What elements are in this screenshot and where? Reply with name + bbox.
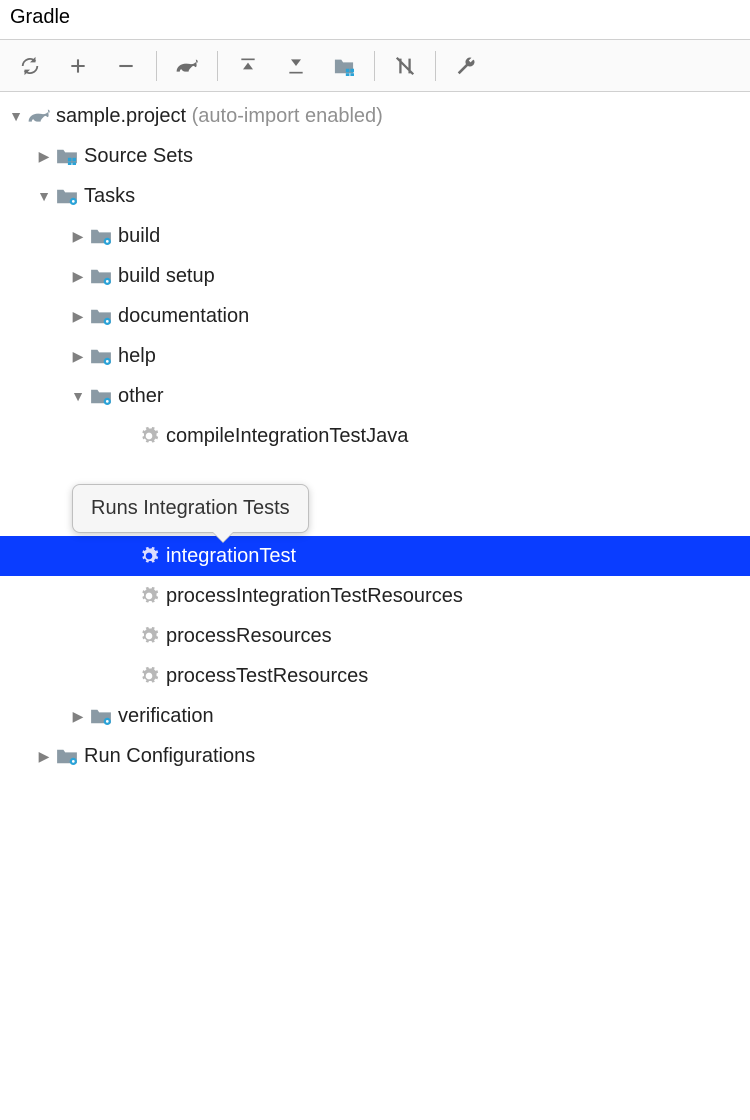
- chevron-right-icon: ▶: [68, 348, 88, 365]
- separator: [156, 51, 157, 81]
- folder-gear-icon: [88, 347, 114, 365]
- tree-node-build-setup[interactable]: ▶ build setup: [0, 256, 750, 296]
- folder-gear-icon: [88, 387, 114, 405]
- task-item[interactable]: compileIntegrationTestJava: [0, 416, 750, 456]
- panel-title-label: Gradle: [10, 6, 70, 28]
- folder-gear-icon: [88, 227, 114, 245]
- tree-label: documentation: [118, 305, 249, 328]
- tree-node-verification[interactable]: ▶ verification: [0, 696, 750, 736]
- toolbar: [0, 40, 750, 92]
- chevron-right-icon: ▶: [68, 228, 88, 245]
- panel-title: Gradle: [0, 0, 750, 40]
- tree-label: help: [118, 345, 156, 368]
- refresh-button[interactable]: [10, 46, 50, 86]
- chevron-right-icon: ▶: [34, 148, 54, 165]
- task-label: processIntegrationTestResources: [166, 585, 463, 608]
- offline-mode-button[interactable]: [385, 46, 425, 86]
- project-tree: ▼ sample.project (auto-import enabled) ▶…: [0, 92, 750, 780]
- refresh-icon: [19, 55, 41, 77]
- gear-icon: [136, 626, 162, 646]
- chevron-right-icon: ▶: [68, 308, 88, 325]
- elephant-icon: [26, 107, 52, 125]
- tree-label: other: [118, 385, 164, 408]
- task-item[interactable]: processTestResources: [0, 656, 750, 696]
- project-name: sample.project: [56, 105, 186, 128]
- chevron-down-icon: ▼: [34, 188, 54, 204]
- chevron-right-icon: ▶: [34, 748, 54, 765]
- project-suffix: (auto-import enabled): [192, 105, 383, 128]
- folder-gear-icon: [88, 707, 114, 725]
- expand-all-button[interactable]: [228, 46, 268, 86]
- tree-label: Source Sets: [84, 145, 193, 168]
- tree-node-help[interactable]: ▶ help: [0, 336, 750, 376]
- separator: [374, 51, 375, 81]
- tree-node-source-sets[interactable]: ▶ Source Sets: [0, 136, 750, 176]
- task-label: processTestResources: [166, 665, 368, 688]
- task-label: integrationTest: [166, 545, 296, 568]
- chevron-right-icon: ▶: [68, 708, 88, 725]
- tree-label: Tasks: [84, 185, 135, 208]
- folder-gear-icon: [54, 187, 80, 205]
- tree-node-other[interactable]: ▼ other: [0, 376, 750, 416]
- folder-gear-icon: [88, 307, 114, 325]
- separator: [435, 51, 436, 81]
- tree-label: build: [118, 225, 160, 248]
- gear-icon: [136, 586, 162, 606]
- elephant-icon: [175, 56, 199, 76]
- settings-button[interactable]: [446, 46, 486, 86]
- tree-label: verification: [118, 705, 214, 728]
- gear-icon: [136, 546, 162, 566]
- add-button[interactable]: [58, 46, 98, 86]
- offline-icon: [394, 55, 416, 77]
- task-item-selected[interactable]: integrationTest: [0, 536, 750, 576]
- separator: [217, 51, 218, 81]
- tooltip-text: Runs Integration Tests: [91, 497, 290, 519]
- gradle-button[interactable]: [167, 46, 207, 86]
- folder-group-icon: [333, 56, 355, 76]
- chevron-right-icon: ▶: [68, 268, 88, 285]
- folder-gear-icon: [54, 747, 80, 765]
- expand-all-icon: [238, 56, 258, 76]
- task-item[interactable]: processIntegrationTestResources: [0, 576, 750, 616]
- collapse-all-icon: [286, 56, 306, 76]
- tree-label: Run Configurations: [84, 745, 255, 768]
- chevron-down-icon: ▼: [6, 108, 26, 124]
- group-tasks-button[interactable]: [324, 46, 364, 86]
- chevron-down-icon: ▼: [68, 388, 88, 404]
- task-label: compileIntegrationTestJava: [166, 425, 408, 448]
- wrench-icon: [455, 55, 477, 77]
- tree-node-run-configurations[interactable]: ▶ Run Configurations: [0, 736, 750, 776]
- remove-button[interactable]: [106, 46, 146, 86]
- tree-label: build setup: [118, 265, 215, 288]
- tree-node-build[interactable]: ▶ build: [0, 216, 750, 256]
- task-item[interactable]: processResources: [0, 616, 750, 656]
- gear-icon: [136, 426, 162, 446]
- minus-icon: [116, 56, 136, 76]
- folder-module-icon: [54, 147, 80, 165]
- plus-icon: [68, 56, 88, 76]
- collapse-all-button[interactable]: [276, 46, 316, 86]
- gear-icon: [136, 666, 162, 686]
- tooltip: Runs Integration Tests: [72, 484, 309, 533]
- tree-node-project[interactable]: ▼ sample.project (auto-import enabled): [0, 96, 750, 136]
- tree-node-documentation[interactable]: ▶ documentation: [0, 296, 750, 336]
- folder-gear-icon: [88, 267, 114, 285]
- task-label: processResources: [166, 625, 332, 648]
- tree-node-tasks[interactable]: ▼ Tasks: [0, 176, 750, 216]
